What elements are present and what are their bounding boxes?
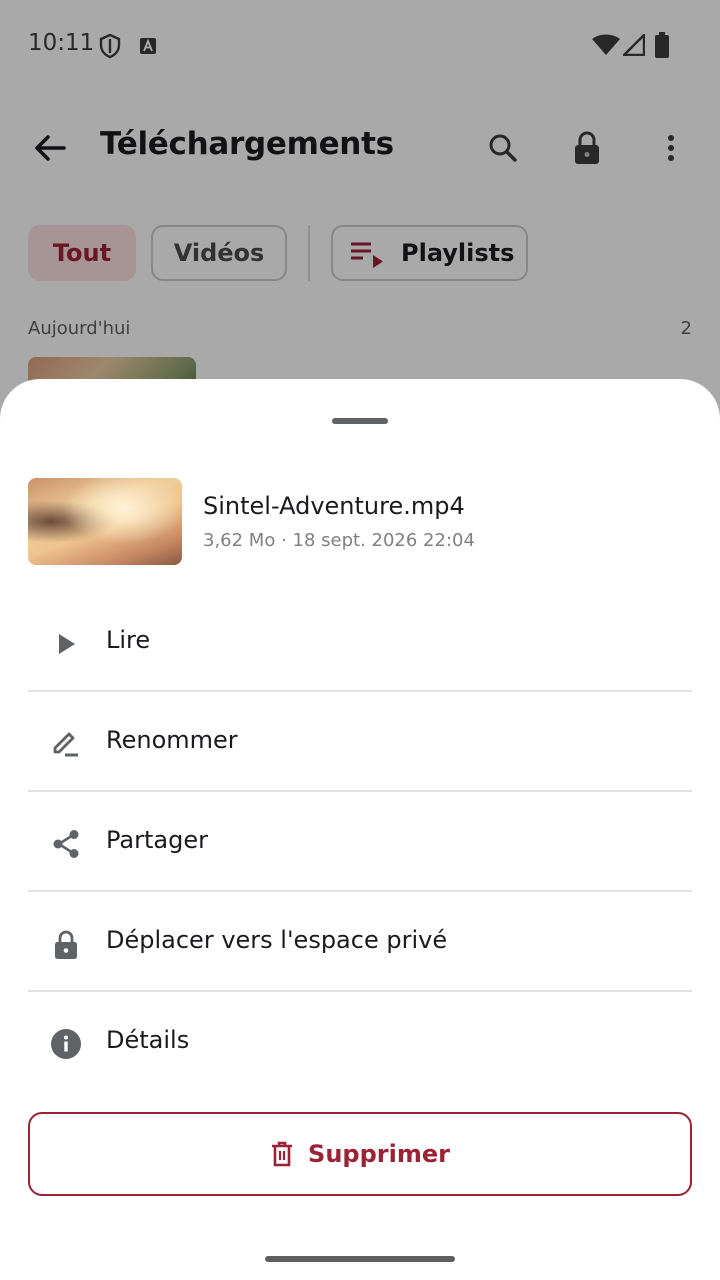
menu-item-details[interactable]: Détails	[28, 992, 692, 1092]
trash-icon	[272, 1141, 293, 1167]
share-icon	[50, 828, 82, 860]
menu-item-label: Déplacer vers l'espace privé	[106, 926, 448, 954]
info-icon	[50, 1028, 82, 1060]
file-meta: 3,62 Mo · 18 sept. 2026 22:04	[203, 530, 475, 551]
lock-icon	[50, 928, 82, 960]
menu-item-play[interactable]: Lire	[28, 592, 692, 692]
delete-label: Supprimer	[308, 1140, 450, 1168]
menu-item-label: Partager	[106, 826, 208, 854]
menu-item-rename[interactable]: Renommer	[28, 692, 692, 792]
play-icon	[50, 628, 82, 660]
menu-item-move-private[interactable]: Déplacer vers l'espace privé	[28, 892, 692, 992]
menu-item-label: Lire	[106, 626, 151, 654]
file-name: Sintel-Adventure.mp4	[203, 492, 465, 520]
file-thumbnail	[28, 478, 182, 565]
file-header: Sintel-Adventure.mp4 3,62 Mo · 18 sept. …	[28, 478, 692, 566]
action-menu: Lire Renommer Partager Déplacer vers l'e…	[28, 592, 692, 1092]
menu-item-label: Renommer	[106, 726, 238, 754]
menu-item-share[interactable]: Partager	[28, 792, 692, 892]
bottom-sheet: Sintel-Adventure.mp4 3,62 Mo · 18 sept. …	[0, 379, 720, 1280]
delete-button[interactable]: Supprimer	[28, 1112, 692, 1196]
menu-item-label: Détails	[106, 1026, 190, 1054]
gesture-nav-handle[interactable]	[265, 1256, 455, 1262]
drag-handle[interactable]	[332, 418, 388, 424]
edit-icon	[50, 728, 82, 760]
